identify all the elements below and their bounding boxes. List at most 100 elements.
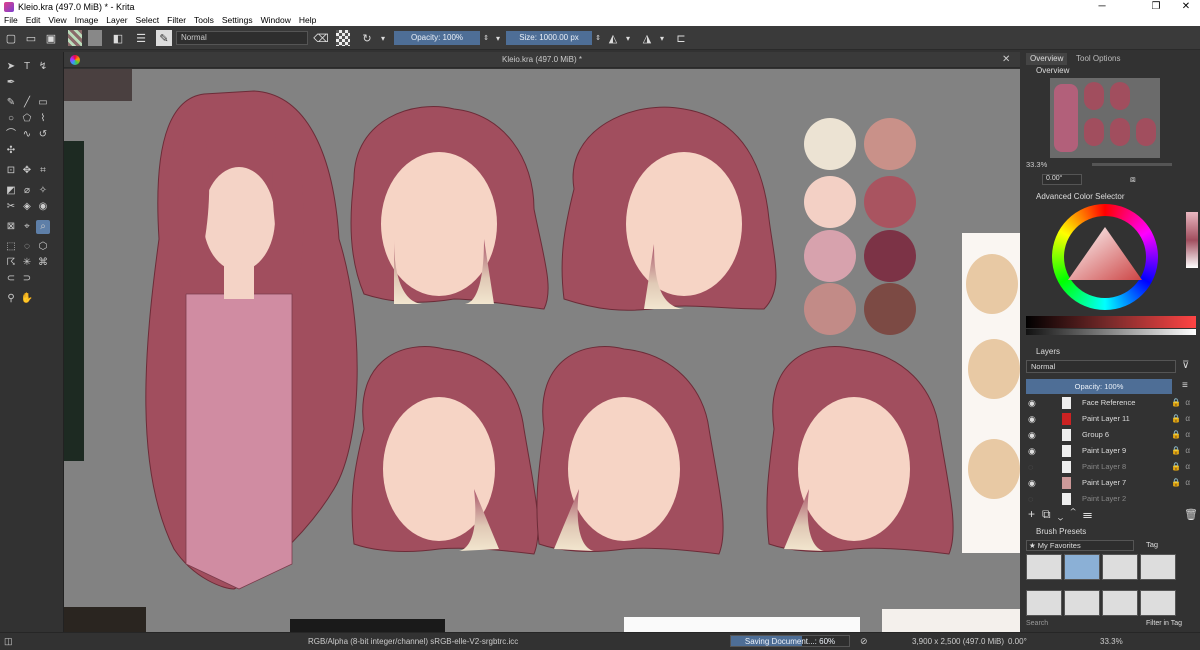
filter-in-tag-checkbox[interactable]: Filter in Tag — [1146, 620, 1182, 627]
rotation-field[interactable]: 0.00° — [1042, 174, 1082, 185]
add-layer-icon[interactable]: + — [1028, 507, 1042, 521]
layer-flags[interactable]: 🔒α — [1171, 398, 1194, 407]
move-layer-down-icon[interactable]: ⌄ — [1058, 507, 1071, 521]
color-history-strip[interactable] — [1186, 212, 1198, 268]
color-sampler-icon[interactable]: ⌀ — [20, 184, 34, 198]
freehand-brush-icon[interactable]: ✎ — [4, 96, 18, 110]
layer-properties-icon[interactable]: ☰ — [1083, 507, 1099, 521]
move-layer-up-icon[interactable]: ⌃ — [1070, 507, 1083, 521]
maximize-button[interactable]: ❐ — [1142, 0, 1170, 14]
reference-images-icon[interactable]: ⌕ — [36, 220, 50, 234]
similar-color-selection-icon[interactable]: ⌘ — [36, 256, 50, 270]
tab-tool-options[interactable]: Tool Options — [1072, 53, 1124, 65]
bezier-tool-icon[interactable]: ⌒ — [4, 128, 18, 142]
bezier-selection-icon[interactable]: ⊂ — [4, 272, 18, 286]
brush-preset-item[interactable] — [1102, 554, 1138, 580]
polygonal-selection-icon[interactable]: ⬡ — [36, 240, 50, 254]
status-zoom[interactable]: 33.3% — [1100, 637, 1123, 646]
chevron-down-icon[interactable]: ▾ — [378, 30, 388, 46]
enclose-fill-icon[interactable]: ◉ — [36, 200, 50, 214]
menu-tools[interactable]: Tools — [194, 15, 214, 25]
reload-preset-icon[interactable]: ↻ — [360, 30, 374, 46]
layer-blend-select[interactable]: Normal — [1026, 360, 1176, 373]
elliptical-selection-icon[interactable]: ◌ — [20, 240, 34, 254]
line-tool-icon[interactable]: ╱ — [20, 96, 34, 110]
layer-flags[interactable]: 🔒α — [1171, 414, 1194, 423]
calligraphy-icon[interactable]: ✒ — [4, 76, 18, 90]
overview-thumbnail[interactable] — [1050, 78, 1160, 158]
zoom-tool-icon[interactable]: ⚲ — [4, 292, 18, 306]
menu-edit[interactable]: Edit — [26, 15, 41, 25]
contiguous-selection-icon[interactable]: ✳ — [20, 256, 34, 270]
mirror-view-icon[interactable]: ⧈ — [1130, 174, 1136, 185]
eye-icon[interactable]: ◉ — [1028, 446, 1038, 456]
smart-patch-icon[interactable]: ✂ — [4, 200, 18, 214]
polyline-tool-icon[interactable]: ⌇ — [36, 112, 50, 126]
layer-menu-icon[interactable]: ≡ — [1182, 380, 1188, 391]
pan-tool-icon[interactable]: ✋ — [20, 292, 34, 306]
eye-icon[interactable]: ◉ — [1028, 478, 1038, 488]
magnetic-selection-icon[interactable]: ⊃ — [20, 272, 34, 286]
pattern-swatch[interactable] — [88, 30, 102, 46]
duplicate-layer-icon[interactable]: ⧉ — [1042, 507, 1058, 521]
layer-row[interactable]: ◉ Paint Layer 11 🔒α — [1022, 411, 1200, 427]
polygon-tool-icon[interactable]: ⬠ — [20, 112, 34, 126]
brush-settings-icon[interactable]: ☰ — [134, 30, 148, 46]
opacity-spin-icon[interactable]: ⇕ — [482, 30, 490, 46]
delete-layer-icon[interactable]: 🗑 — [1184, 508, 1198, 521]
layer-opacity-slider[interactable]: Opacity: 100% — [1026, 379, 1172, 394]
canvas[interactable] — [64, 69, 1020, 632]
chevron-down-icon[interactable]: ▾ — [658, 30, 666, 46]
shade-selector[interactable] — [1026, 316, 1196, 328]
new-document-icon[interactable]: ▢ — [4, 30, 18, 46]
layer-row[interactable]: ◉ Face Reference 🔒α — [1022, 395, 1200, 411]
mirror-vertical-icon[interactable]: ◮ — [640, 30, 654, 46]
mirror-horizontal-icon[interactable]: ◭ — [606, 30, 620, 46]
eraser-icon[interactable]: ⌫ — [313, 30, 329, 46]
text-tool-icon[interactable]: T — [20, 60, 34, 74]
layer-row[interactable]: ◌ Paint Layer 2 — [1022, 491, 1200, 507]
fg-bg-color-icon[interactable]: ◧ — [110, 30, 126, 46]
opacity-slider[interactable]: Opacity: 100% — [394, 31, 480, 45]
alpha-lock-icon[interactable] — [336, 30, 350, 46]
brush-preset-item[interactable] — [1140, 590, 1176, 616]
rectangle-tool-icon[interactable]: ▭ — [36, 96, 50, 110]
menu-filter[interactable]: Filter — [167, 15, 186, 25]
brush-preset-item[interactable] — [1064, 590, 1100, 616]
layer-row[interactable]: ◌ Paint Layer 8 🔒α — [1022, 459, 1200, 475]
filter-icon[interactable]: ⊽ — [1182, 360, 1189, 371]
fill-tool-icon[interactable]: ◈ — [20, 200, 34, 214]
document-tab-title[interactable]: Kleio.kra (497.0 MiB) * — [64, 55, 1020, 64]
menu-select[interactable]: Select — [136, 15, 160, 25]
eye-icon[interactable]: ◉ — [1028, 414, 1038, 424]
layer-flags[interactable]: 🔒α — [1171, 446, 1194, 455]
gradient-tool-icon[interactable]: ◩ — [4, 184, 18, 198]
ellipse-tool-icon[interactable]: ○ — [4, 112, 18, 126]
chevron-down-icon[interactable]: ▾ — [494, 30, 502, 46]
assistant-tool-icon[interactable]: ⊠ — [4, 220, 18, 234]
eye-hidden-icon[interactable]: ◌ — [1028, 494, 1038, 504]
wrap-around-icon[interactable]: ⊏ — [674, 30, 688, 46]
layer-row[interactable]: ◉ Paint Layer 7 🔒α — [1022, 475, 1200, 491]
menu-help[interactable]: Help — [299, 15, 316, 25]
multibrush-icon[interactable]: ✣ — [4, 144, 18, 158]
brush-preset-item[interactable] — [1064, 554, 1100, 580]
layer-flags[interactable]: 🔒α — [1171, 478, 1194, 487]
brush-preset-item[interactable] — [1026, 554, 1062, 580]
brush-search-input[interactable]: Search — [1026, 620, 1048, 627]
status-rotation[interactable]: 0.00° — [1008, 637, 1027, 646]
chevron-down-icon[interactable]: ▾ — [624, 30, 632, 46]
minimize-button[interactable]: ─ — [1088, 0, 1116, 14]
edit-shapes-icon[interactable]: ↯ — [36, 60, 50, 74]
crop-tool-icon[interactable]: ⌗ — [36, 164, 50, 178]
select-shapes-icon[interactable]: ➤ — [4, 60, 18, 74]
rectangular-selection-icon[interactable]: ⬚ — [4, 240, 18, 254]
size-spin-icon[interactable]: ⇕ — [594, 30, 602, 46]
freehand-path-icon[interactable]: ∿ — [20, 128, 34, 142]
save-icon[interactable]: ▣ — [44, 30, 58, 46]
brush-tag-select[interactable]: ★ My Favorites — [1026, 540, 1134, 551]
brush-preset-item[interactable] — [1140, 554, 1176, 580]
layer-row[interactable]: ◉ Paint Layer 9 🔒α — [1022, 443, 1200, 459]
menu-view[interactable]: View — [48, 15, 66, 25]
lightness-strip[interactable] — [1026, 329, 1196, 335]
